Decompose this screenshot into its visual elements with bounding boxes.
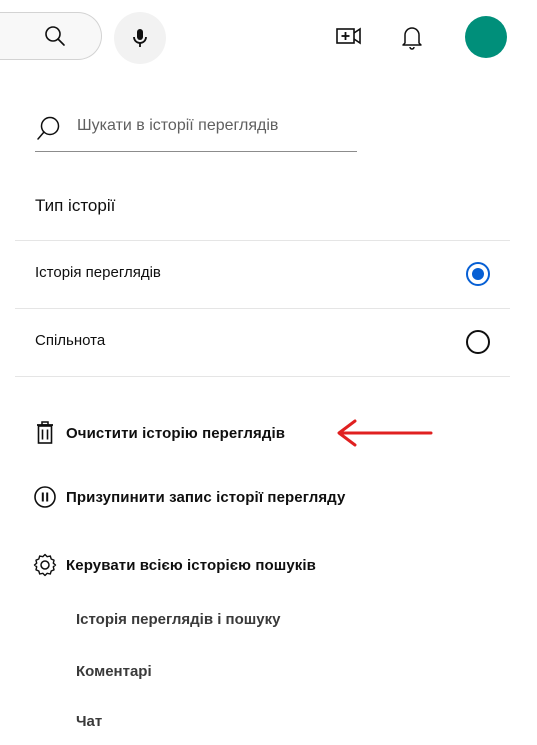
link-watch-and-search-history[interactable]: Історія переглядів і пошуку	[76, 611, 280, 628]
divider	[15, 376, 510, 377]
video-plus-icon	[336, 27, 361, 45]
gear-icon	[33, 553, 57, 577]
manage-history-button[interactable]: Керувати всією історією пошуків	[33, 550, 316, 580]
annotation-arrow	[337, 419, 433, 447]
option-label: Спільнота	[35, 332, 106, 349]
trash-icon	[33, 421, 57, 445]
voice-search-button[interactable]	[114, 12, 166, 64]
bell-icon	[402, 27, 422, 50]
option-label: Історія переглядів	[35, 264, 161, 281]
notifications-button[interactable]	[398, 22, 426, 52]
history-type-title: Тип історії	[35, 196, 116, 215]
manage-history-label: Керувати всією історією пошуків	[66, 556, 316, 574]
history-type-option-watch[interactable]: Історія переглядів	[15, 240, 510, 308]
clear-history-label: Очистити історію переглядів	[66, 424, 286, 442]
microphone-icon	[133, 29, 147, 47]
avatar[interactable]	[465, 16, 507, 58]
create-button[interactable]	[335, 22, 363, 50]
history-search-input[interactable]	[75, 112, 345, 140]
radio-unselected[interactable]	[466, 330, 490, 354]
search-button[interactable]	[40, 21, 70, 51]
pause-history-label: Призупинити запис історії перегляду	[66, 488, 346, 506]
pause-icon	[33, 485, 57, 509]
search-icon	[45, 26, 65, 46]
link-chat[interactable]: Чат	[76, 713, 102, 730]
top-bar	[0, 0, 537, 76]
clear-history-button[interactable]: Очистити історію переглядів	[33, 418, 285, 448]
link-comments[interactable]: Коментарі	[76, 663, 152, 680]
pause-history-button[interactable]: Призупинити запис історії перегляду	[33, 482, 345, 512]
history-search	[35, 100, 357, 152]
search-icon	[37, 116, 60, 140]
history-type-option-community[interactable]: Спільнота	[15, 308, 510, 376]
radio-selected[interactable]	[466, 262, 490, 286]
